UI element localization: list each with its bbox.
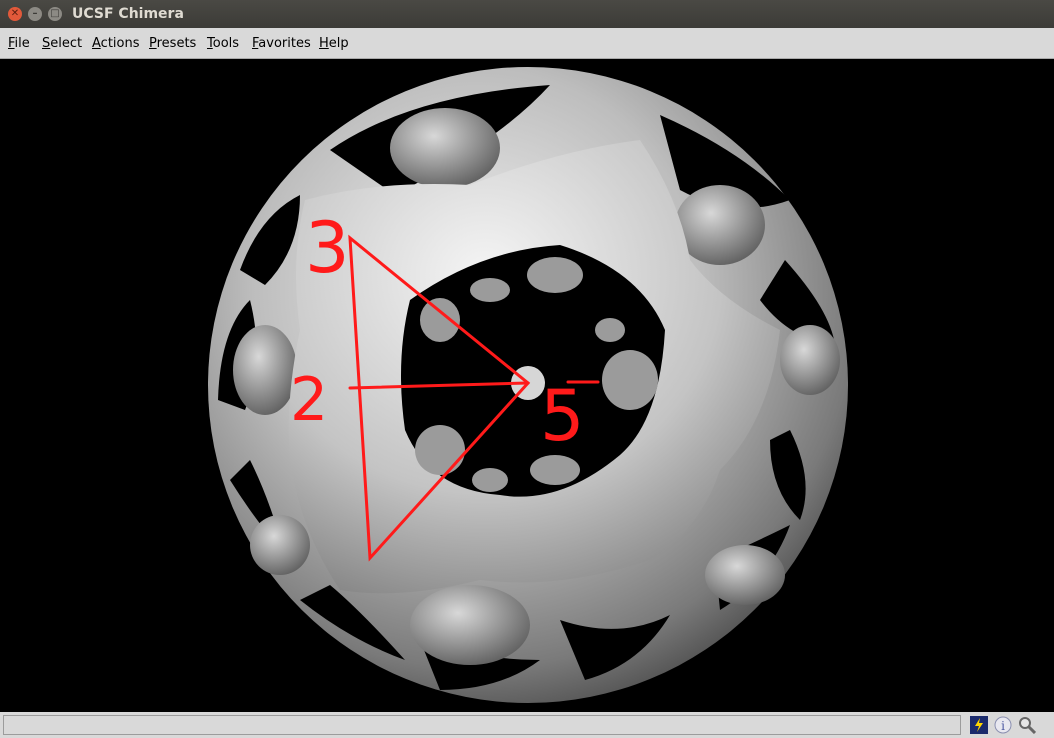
annotation-label-3: 3 xyxy=(305,207,350,289)
svg-text:i: i xyxy=(1001,719,1005,733)
annotation-label-5: 5 xyxy=(540,375,585,457)
command-line-icon[interactable] xyxy=(970,716,988,734)
chimera-window: ✕ – □ UCSF Chimera File Select Actions P… xyxy=(0,0,1054,738)
menu-favorites[interactable]: Favorites xyxy=(252,36,311,51)
molecular-surface-view[interactable]: 3 2 5 xyxy=(0,59,1054,712)
menu-tools[interactable]: Tools xyxy=(207,36,239,51)
menu-presets[interactable]: Presets xyxy=(149,36,196,51)
status-bar: i xyxy=(0,712,1054,738)
menu-select[interactable]: Select xyxy=(42,36,82,51)
status-message-field xyxy=(3,715,961,735)
menu-actions[interactable]: Actions xyxy=(92,36,140,51)
title-bar: ✕ – □ UCSF Chimera xyxy=(0,0,1054,28)
close-window-button[interactable]: ✕ xyxy=(8,7,22,21)
maximize-window-button[interactable]: □ xyxy=(48,7,62,21)
info-icon[interactable]: i xyxy=(994,716,1012,734)
menu-file[interactable]: File xyxy=(8,36,30,51)
menu-bar: File Select Actions Presets Tools Favori… xyxy=(0,28,1054,59)
graphics-viewport[interactable]: 3 2 5 xyxy=(0,59,1054,712)
annotation-label-2: 2 xyxy=(290,365,328,435)
zoom-icon[interactable] xyxy=(1018,716,1036,734)
window-title: UCSF Chimera xyxy=(72,6,184,22)
menu-help[interactable]: Help xyxy=(319,36,349,51)
minimize-window-button[interactable]: – xyxy=(28,7,42,21)
